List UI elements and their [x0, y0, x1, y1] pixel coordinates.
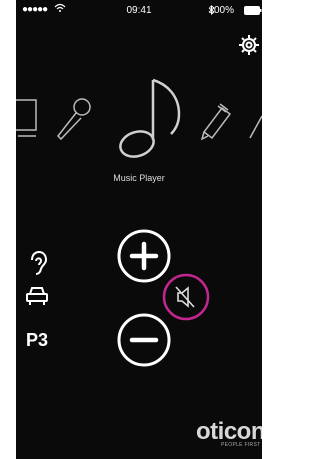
battery-percent: 100% [208, 5, 234, 16]
battery-icon [244, 6, 262, 15]
pen-icon[interactable] [248, 112, 262, 142]
ear-icon [28, 250, 48, 276]
program-number: P3 [26, 330, 49, 350]
tv-icon[interactable] [16, 98, 40, 138]
car-icon [25, 286, 49, 306]
phone-screen: ●●●●● 09:41 100% Music Player P3 oticon … [16, 0, 262, 459]
volume-down-button[interactable] [116, 312, 172, 368]
brand-tagline: PEOPLE FIRST [221, 442, 261, 448]
gear-icon[interactable] [238, 34, 260, 56]
status-bar: ●●●●● 09:41 100% [16, 0, 262, 20]
program-label: Music Player [113, 173, 165, 183]
pen-icon[interactable] [200, 102, 234, 140]
speaker-muted-icon [175, 286, 195, 308]
music-note-icon[interactable] [109, 74, 189, 166]
microphone-icon[interactable] [54, 96, 94, 142]
